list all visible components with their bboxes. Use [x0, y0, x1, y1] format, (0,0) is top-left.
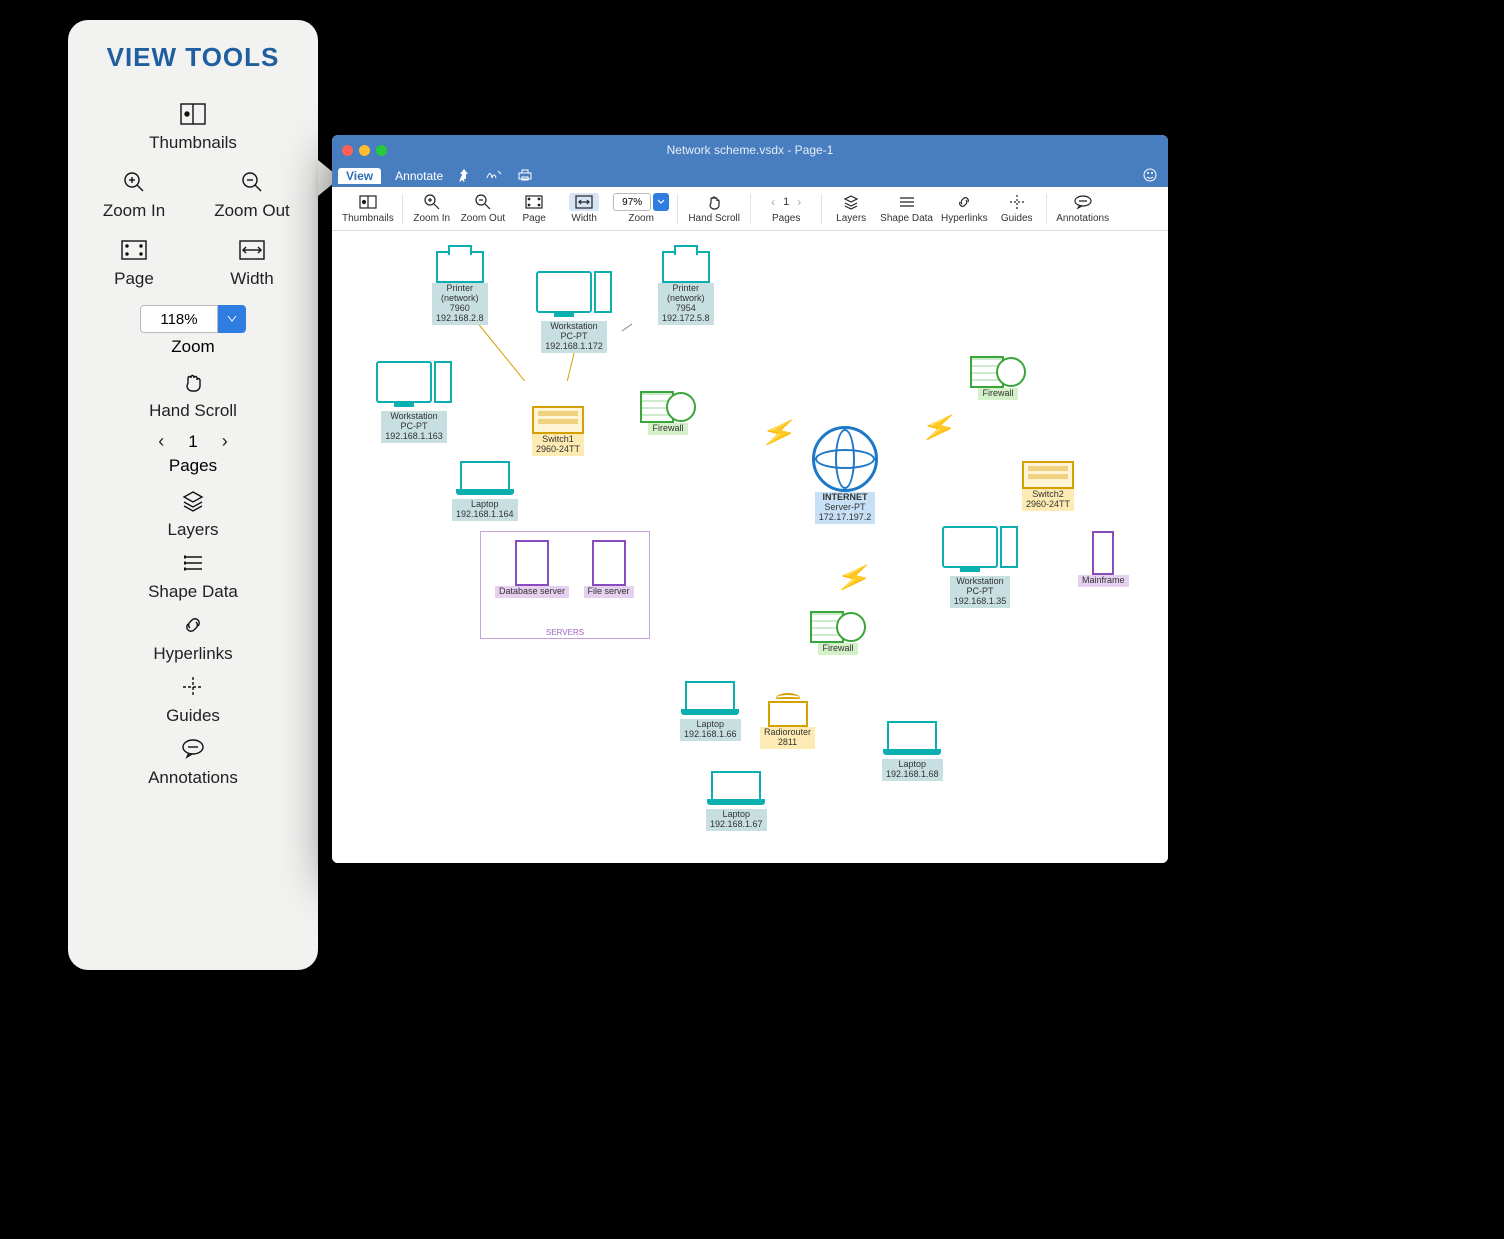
node-firewall-2[interactable]: Firewall — [970, 356, 1026, 400]
bolt-icon: ⚡ — [833, 557, 875, 598]
zoom-in-button[interactable]: Zoom In — [94, 169, 174, 221]
link-icon — [956, 193, 972, 211]
annotation-icon — [178, 736, 208, 762]
pages-label: Pages — [169, 456, 217, 476]
node-workstation-1[interactable]: WorkstationPC-PT192.168.1.172 — [536, 271, 612, 353]
menu-annotate[interactable]: Annotate — [395, 169, 443, 183]
fit-page-icon — [119, 237, 149, 263]
tb-zoom-input[interactable] — [613, 193, 651, 211]
node-file-server[interactable]: File server — [584, 540, 634, 598]
node-mainframe[interactable]: Mainframe — [1078, 531, 1129, 587]
thumbnails-icon — [178, 101, 208, 127]
view-tools-panel: VIEW TOOLS Thumbnails Zoom In Zoom Out P… — [68, 20, 318, 970]
servers-group[interactable]: Database server File server SERVERS — [480, 531, 650, 639]
node-internet[interactable]: INTERNETServer-PT172.17.197.2 — [812, 426, 878, 524]
toolbar: Thumbnails Zoom In Zoom Out Page Width Z… — [332, 187, 1168, 231]
node-switch-1[interactable]: Switch12960-24TT — [532, 406, 584, 456]
prev-page-icon[interactable]: ‹ — [771, 195, 775, 209]
guides-button[interactable]: Guides — [153, 674, 233, 726]
zoom-dropdown-icon[interactable] — [218, 305, 246, 333]
node-workstation-2[interactable]: WorkstationPC-PT192.168.1.163 — [376, 361, 452, 443]
tb-fit-width[interactable]: Width — [559, 187, 609, 231]
tb-fit-page[interactable]: Page — [509, 187, 559, 231]
fit-width-button[interactable]: Width — [212, 237, 292, 289]
titlebar: Network scheme.vsdx - Page-1 — [332, 135, 1168, 165]
zoom-in-icon — [119, 169, 149, 195]
layers-icon — [843, 193, 859, 211]
node-firewall-3[interactable]: Firewall — [810, 611, 866, 655]
tb-zoom-in[interactable]: Zoom In — [407, 187, 457, 231]
print-icon[interactable] — [517, 168, 533, 185]
node-radiorouter[interactable]: Radiorouter2811 — [760, 701, 815, 749]
fit-page-icon — [525, 193, 543, 211]
hand-icon — [707, 193, 721, 211]
tb-thumbnails[interactable]: Thumbnails — [338, 187, 398, 231]
layers-button[interactable]: Layers — [153, 488, 233, 540]
servers-caption: SERVERS — [481, 628, 649, 637]
tb-layers[interactable]: Layers — [826, 187, 876, 231]
export-pdf-icon[interactable]: A — [457, 168, 471, 185]
tb-zoom-out[interactable]: Zoom Out — [457, 187, 509, 231]
page-number: 1 — [188, 432, 197, 452]
shape-data-icon — [899, 193, 915, 211]
tb-annotations[interactable]: Annotations — [1051, 187, 1115, 231]
node-laptop-3[interactable]: Laptop192.168.1.67 — [706, 771, 767, 831]
app-window: Network scheme.vsdx - Page-1 View Annota… — [332, 135, 1168, 863]
zoom-control[interactable] — [140, 305, 246, 333]
tb-hyperlinks[interactable]: Hyperlinks — [937, 187, 992, 231]
diagram-canvas[interactable]: ⚡ ⚡ ⚡ Printer(network)7960192.168.2.8 Pr… — [332, 231, 1168, 863]
fit-width-icon — [237, 237, 267, 263]
zoom-input[interactable] — [140, 305, 218, 333]
tb-hand-scroll[interactable]: Hand Scroll — [682, 187, 746, 231]
layers-icon — [178, 488, 208, 514]
signature-icon[interactable] — [485, 168, 503, 185]
bolt-icon: ⚡ — [918, 407, 960, 448]
tb-pages[interactable]: ‹1›Pages — [755, 187, 817, 231]
next-page-icon[interactable]: › — [222, 431, 228, 452]
fit-width-icon — [569, 193, 599, 211]
node-laptop-4[interactable]: Laptop192.168.1.68 — [882, 721, 943, 781]
zoom-out-icon — [237, 169, 267, 195]
panel-title: VIEW TOOLS — [107, 42, 280, 73]
window-title: Network scheme.vsdx - Page-1 — [332, 143, 1168, 157]
thumbnails-icon — [359, 193, 377, 211]
zoom-out-button[interactable]: Zoom Out — [212, 169, 292, 221]
guides-icon — [178, 674, 208, 700]
shape-data-button[interactable]: Shape Data — [148, 550, 238, 602]
thumbnails-button[interactable]: Thumbnails — [149, 101, 237, 153]
bolt-icon: ⚡ — [758, 412, 800, 453]
chevron-down-icon[interactable] — [653, 193, 669, 211]
page-navigator[interactable]: ‹ 1 › — [158, 431, 227, 452]
zoom-in-icon — [424, 193, 440, 211]
tb-zoom[interactable]: Zoom — [609, 187, 673, 231]
prev-page-icon[interactable]: ‹ — [158, 431, 164, 452]
shape-data-icon — [178, 550, 208, 576]
node-db-server[interactable]: Database server — [495, 540, 569, 598]
smile-icon[interactable] — [1142, 167, 1158, 186]
hand-scroll-button[interactable]: Hand Scroll — [149, 369, 237, 421]
zoom-label: Zoom — [171, 337, 214, 357]
node-printer-1[interactable]: Printer(network)7960192.168.2.8 — [432, 251, 488, 325]
link-icon — [178, 612, 208, 638]
node-workstation-3[interactable]: WorkstationPC-PT192.168.1.35 — [942, 526, 1018, 608]
node-firewall-1[interactable]: Firewall — [640, 391, 696, 435]
annotation-icon — [1074, 193, 1092, 211]
next-page-icon[interactable]: › — [797, 195, 801, 209]
hand-icon — [178, 369, 208, 395]
annotations-button[interactable]: Annotations — [148, 736, 238, 788]
tb-guides[interactable]: Guides — [992, 187, 1042, 231]
hyperlinks-button[interactable]: Hyperlinks — [153, 612, 233, 664]
page-number: 1 — [783, 196, 789, 208]
node-laptop-2[interactable]: Laptop192.168.1.66 — [680, 681, 741, 741]
guides-icon — [1009, 193, 1025, 211]
svg-text:A: A — [460, 177, 464, 182]
menubar: View Annotate A — [332, 165, 1168, 187]
fit-page-button[interactable]: Page — [94, 237, 174, 289]
zoom-out-icon — [475, 193, 491, 211]
node-laptop-1[interactable]: Laptop192.168.1.164 — [452, 461, 518, 521]
menu-view[interactable]: View — [338, 168, 381, 184]
node-printer-2[interactable]: Printer(network)7954192.172.5.8 — [658, 251, 714, 325]
node-switch-2[interactable]: Switch22960-24TT — [1022, 461, 1074, 511]
tb-shape-data[interactable]: Shape Data — [876, 187, 937, 231]
